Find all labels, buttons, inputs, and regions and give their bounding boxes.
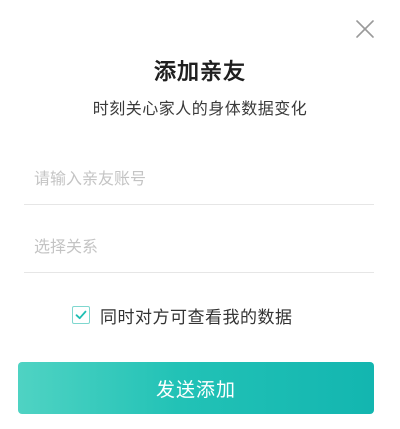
close-icon: [356, 20, 374, 38]
relation-field: [24, 220, 374, 273]
add-friend-dialog: 添加亲友 时刻关心家人的身体数据变化 同时对方可查看我的数据 发送添加: [0, 0, 400, 429]
relation-select[interactable]: [24, 220, 374, 272]
account-input[interactable]: [24, 152, 374, 204]
dialog-subtitle: 时刻关心家人的身体数据变化: [92, 99, 308, 118]
account-field: [24, 152, 374, 205]
checkmark-icon: [75, 310, 87, 320]
share-data-label: 同时对方可查看我的数据: [100, 307, 293, 328]
close-button[interactable]: [354, 18, 376, 40]
dialog-title: 添加亲友: [153, 60, 246, 85]
send-add-button[interactable]: 发送添加: [18, 362, 374, 414]
share-data-checkbox[interactable]: [72, 306, 90, 324]
share-data-option[interactable]: 同时对方可查看我的数据: [72, 302, 293, 328]
